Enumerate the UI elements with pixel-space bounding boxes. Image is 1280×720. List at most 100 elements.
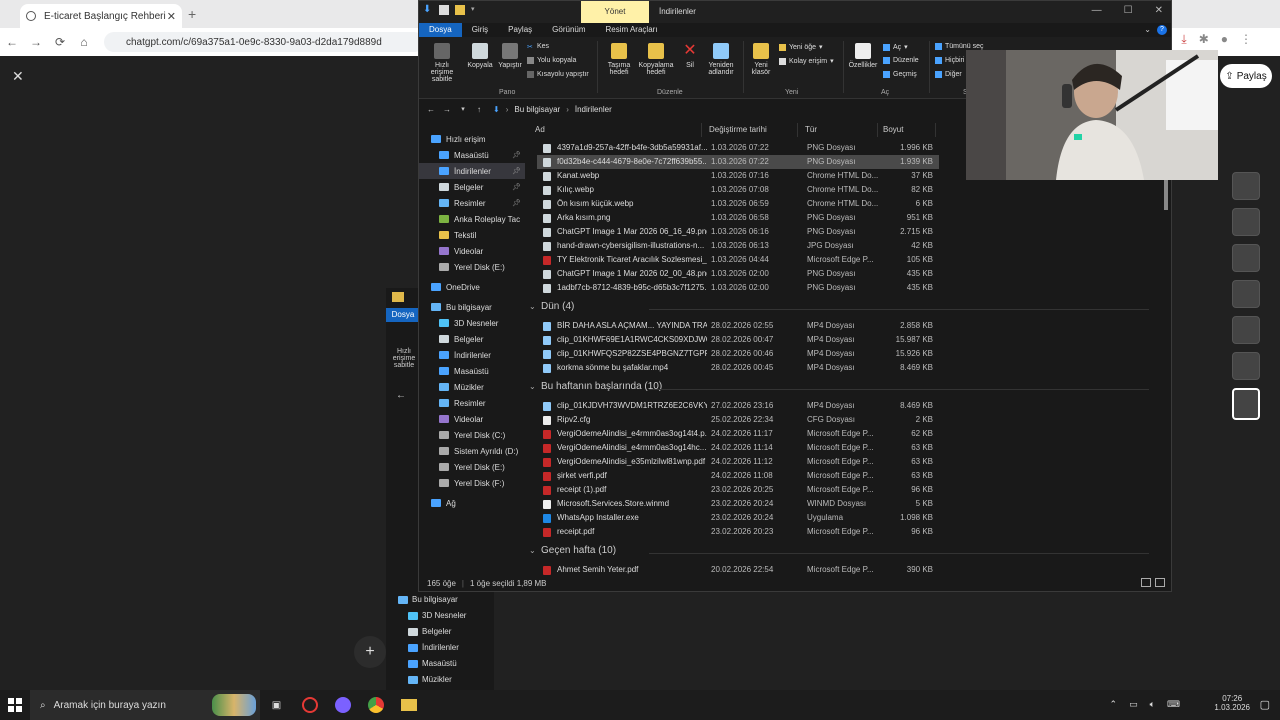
file-row[interactable]: Kanat.webp 1.03.2026 07:16 Chrome HTML Do.… (537, 169, 939, 183)
back-icon[interactable]: ← (423, 105, 439, 114)
notifications-icon[interactable]: ▢ (1260, 698, 1270, 711)
paste-shortcut-button[interactable]: Kısayolu yapıştır (527, 71, 589, 78)
history-button[interactable]: Geçmiş (883, 71, 917, 78)
thumbnail[interactable] (1232, 244, 1260, 272)
column-divider[interactable] (877, 123, 878, 137)
nav-item[interactable]: İndirilenler (398, 640, 494, 656)
file-row[interactable]: korkma sönme bu şafaklar.mp4 28.02.2026 0… (537, 361, 939, 375)
file-row[interactable]: VergiOdemeAlindisi_e4rmm0as3og14hc.... 24… (537, 441, 939, 455)
volume-icon[interactable]: 🔈︎ (1150, 699, 1155, 710)
home-icon[interactable]: ⌂ (72, 35, 96, 49)
browser-tab[interactable]: E-ticaret Başlangıç Rehberi ✕ (20, 4, 182, 28)
column-size[interactable]: Boyut (883, 125, 903, 134)
nav-item[interactable]: Sistem Ayrıldı (D:) (419, 443, 525, 459)
nav-item[interactable]: Tekstil (419, 227, 525, 243)
reload-icon[interactable]: ⟳ (48, 35, 72, 49)
up-icon[interactable]: ↑ (471, 105, 487, 114)
file-row[interactable]: clip_01KHWF69E1A1RWC4CKS09XDJWG.... 28.02… (537, 333, 939, 347)
copy-path-button[interactable]: Yolu kopyala (527, 57, 576, 64)
file-explorer-icon[interactable] (392, 690, 425, 720)
forward-icon[interactable]: → (24, 35, 48, 49)
network-icon[interactable]: ▭ (1129, 699, 1138, 710)
share-button[interactable]: ⇪ Paylaş (1220, 64, 1272, 88)
help-icon[interactable]: ? (1157, 25, 1167, 35)
down-arrow-icon[interactable]: ⬇ (423, 5, 433, 15)
pin-icon[interactable]: 📌︎ (512, 183, 521, 191)
minimize-icon[interactable]: — (1092, 5, 1102, 16)
pin-icon[interactable]: 📌︎ (512, 199, 521, 207)
group-header[interactable]: ⌄ Dün (4) (529, 301, 1149, 317)
file-row[interactable]: Ripv2.cfg 25.02.2026 22:34 CFG Dosyası 2 KB (537, 413, 939, 427)
forward-icon[interactable]: → (439, 105, 455, 114)
close-tab-icon[interactable]: ✕ (167, 10, 176, 23)
language-icon[interactable]: ⌨ (1167, 699, 1180, 710)
nav-item[interactable]: Hızlı erişim (419, 131, 525, 147)
file-row[interactable]: clip_01KHWFQS2P82ZSE4PBGNZ7TGPR.... 28.02… (537, 347, 939, 361)
group-header[interactable]: ⌄ Geçen hafta (10) (529, 545, 1149, 561)
chevron-up-icon[interactable]: ⌃ (1110, 699, 1118, 710)
file-row[interactable]: f0d32b4e-c444-4679-8e0e-7c72ff639b55....… (537, 155, 939, 169)
pin-icon[interactable]: 📌︎ (512, 151, 521, 159)
group-header[interactable]: ⌄ Bu haftanın başlarında (10) (529, 381, 1149, 397)
nav-item[interactable]: Masaüstü (419, 363, 525, 379)
chrome-icon[interactable] (359, 690, 392, 720)
nav-item[interactable]: Bu bilgisayar (419, 299, 525, 315)
easy-access-button[interactable]: Kolay erişim ▾ (779, 57, 834, 65)
recent-locations-icon[interactable]: ▾ (455, 105, 471, 113)
new-tab-icon[interactable]: + (188, 6, 196, 22)
clock[interactable]: 07:26 1.03.2026 (1214, 694, 1250, 712)
file-row[interactable]: ChatGPT Image 1 Mar 2026 06_16_49.png 1.0… (537, 225, 939, 239)
cut-button[interactable]: ✂ Kes (527, 43, 549, 51)
nav-item[interactable]: Videolar (419, 411, 525, 427)
column-divider[interactable] (935, 123, 936, 137)
add-button[interactable]: + (354, 636, 386, 668)
thumbnail[interactable] (1232, 352, 1260, 380)
download-icon[interactable]: ⤓ (1181, 32, 1186, 47)
breadcrumb-downloads[interactable]: İndirilenler (575, 105, 612, 114)
details-view-icon[interactable] (1141, 578, 1151, 587)
ribbon-tab-4[interactable]: Resim Araçları (596, 23, 668, 37)
nav-item[interactable]: Yerel Disk (E:) (419, 259, 525, 275)
nav-item[interactable]: Müzikler (419, 379, 525, 395)
address-bar[interactable]: chatgpt.com/c/69a375a1-0e9c-8330-9a03-d2… (104, 32, 424, 52)
chevron-down-icon[interactable]: ⌄ (1144, 25, 1151, 35)
close-icon[interactable]: ✕ (12, 68, 24, 85)
menu-icon[interactable]: ⋮ (1240, 32, 1252, 47)
column-date[interactable]: Değiştirme tarihi (709, 125, 767, 134)
tab-file[interactable]: Dosya (386, 308, 420, 322)
copy-to-button[interactable]: Kopyalama hedefi (637, 43, 675, 76)
recorder-app-icon[interactable] (293, 690, 326, 720)
nav-item[interactable]: Videolar (419, 243, 525, 259)
file-row[interactable]: receipt.pdf 23.02.2026 20:23 Microsoft Edg… (537, 525, 939, 539)
nav-item[interactable]: Yerel Disk (E:) (419, 459, 525, 475)
column-divider[interactable] (701, 123, 702, 137)
paste-button[interactable]: Yapıştır (495, 43, 525, 69)
nav-item[interactable]: Belgeler (398, 624, 494, 640)
thumbnail[interactable] (1232, 208, 1260, 236)
invert-selection-button[interactable]: Diğer (935, 71, 962, 78)
move-to-button[interactable]: Taşıma hedefi (601, 43, 637, 76)
nav-item[interactable]: Yerel Disk (C:) (419, 427, 525, 443)
large-icons-view-icon[interactable] (1155, 578, 1165, 587)
ribbon-tab-1[interactable]: Giriş (462, 23, 498, 37)
select-none-button[interactable]: Hiçbiri (935, 57, 964, 64)
chevron-down-icon[interactable]: ▾ (471, 5, 481, 15)
edit-button[interactable]: Düzenle (883, 57, 919, 64)
file-row[interactable]: ChatGPT Image 1 Mar 2026 02_00_48.png 1.0… (537, 267, 939, 281)
task-view-icon[interactable]: ▣ (260, 690, 293, 720)
file-row[interactable]: WhatsApp Installer.exe 23.02.2026 20:24 Uy… (537, 511, 939, 525)
back-icon[interactable]: ← (396, 390, 406, 401)
folder-icon[interactable] (455, 5, 465, 15)
nav-item[interactable]: Belgeler 📌︎ (419, 179, 525, 195)
nav-item[interactable]: İndirilenler 📌︎ (419, 163, 525, 179)
nav-item[interactable]: Ağ (419, 495, 525, 511)
properties-icon[interactable] (439, 5, 449, 15)
pin-label[interactable]: Hızlı erişime sabitle (392, 348, 416, 369)
close-icon[interactable]: ✕ (1155, 5, 1163, 16)
nav-item[interactable]: Anka Roleplay Tac (419, 211, 525, 227)
taskbar-search[interactable]: ⌕ Aramak için buraya yazın (30, 690, 260, 720)
ribbon-tab-3[interactable]: Görünüm (542, 23, 595, 37)
file-row[interactable]: Microsoft.Services.Store.winmd 23.02.2026… (537, 497, 939, 511)
copy-button[interactable]: Kopyala (465, 43, 495, 69)
ribbon-tab-2[interactable]: Paylaş (498, 23, 542, 37)
